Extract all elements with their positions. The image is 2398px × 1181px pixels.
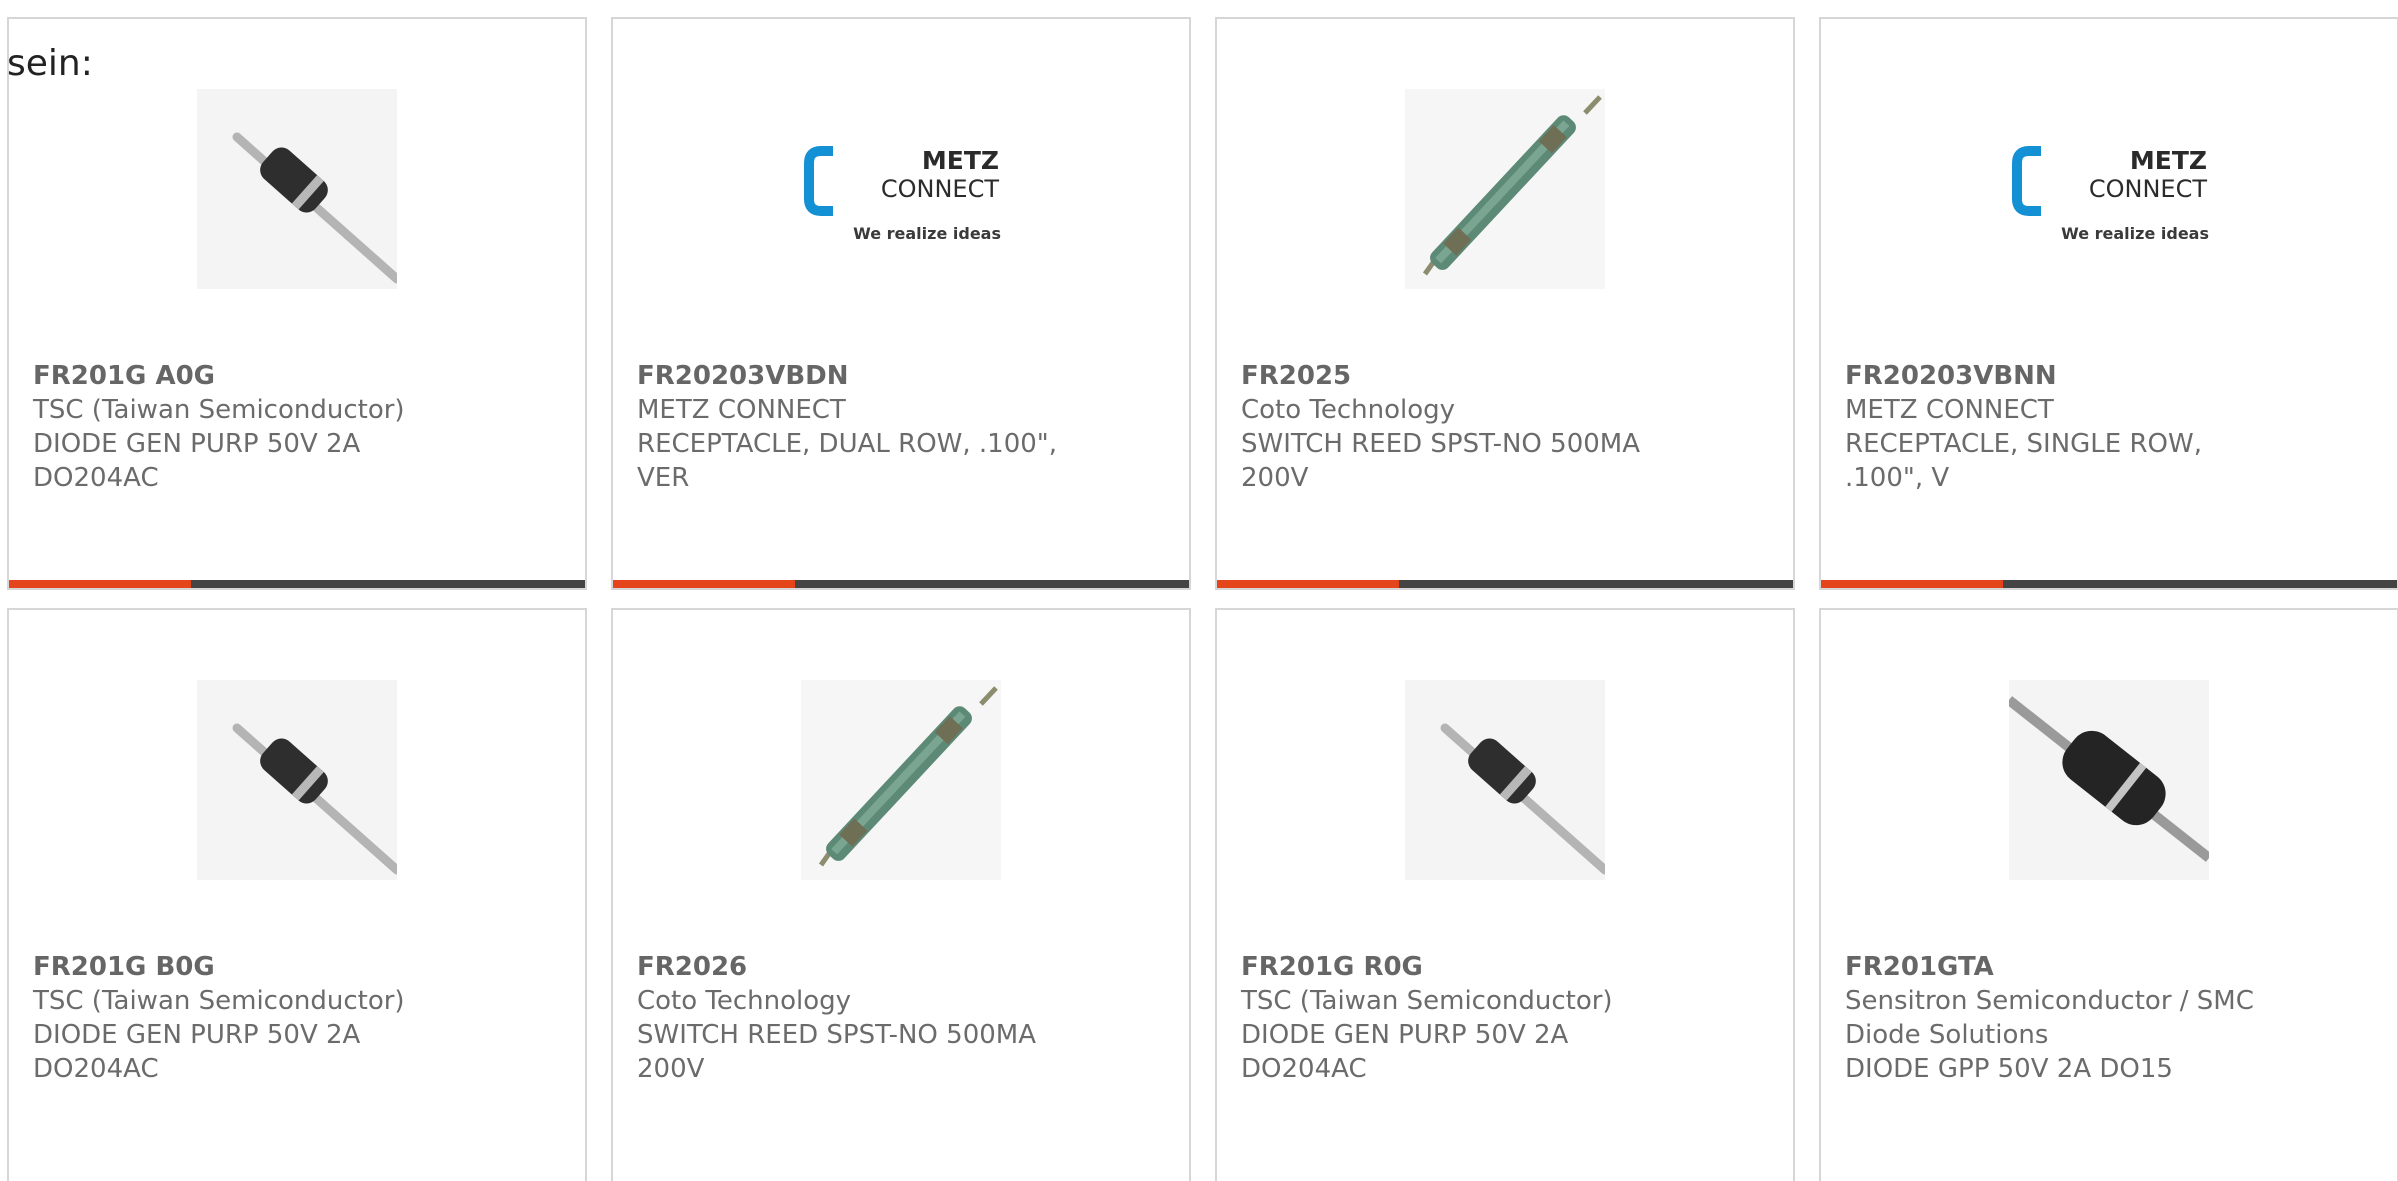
description-line-1: SWITCH REED SPST-NO 500MA [1241,429,1641,459]
product-card[interactable]: FR201G R0G TSC (Taiwan Semiconductor) DI… [1215,608,1795,1181]
description-line-2: 200V [1241,463,1309,493]
manufacturer: TSC (Taiwan Semiconductor) [1241,986,1613,1016]
logo-word-1: METZ [922,146,999,175]
product-card[interactable]: FR201G A0G TSC (Taiwan Semiconductor) DI… [7,17,587,590]
product-image-diode[interactable] [197,89,397,289]
manufacturer: Sensitron Semiconductor / SMC [1845,986,2254,1016]
logo-word-1: METZ [2130,146,2207,175]
manufacturer: TSC (Taiwan Semiconductor) [33,986,405,1016]
logo-tagline: We realize ideas [853,224,1001,243]
description-line-1: DIODE GEN PURP 50V 2A [1241,1020,1569,1050]
product-info: FR2026 Coto Technology SWITCH REED SPST-… [637,950,1067,1086]
card-bottom-accent [1217,580,1399,588]
description-line-1: DIODE GPP 50V 2A DO15 [1845,1054,2173,1084]
part-number[interactable]: FR20203VBNN [1845,359,2275,393]
part-number[interactable]: FR20203VBDN [637,359,1067,393]
logo-word-2: CONNECT [2089,175,2207,203]
part-number[interactable]: FR201G A0G [33,359,463,393]
product-image-reed-switch[interactable] [801,680,1001,880]
product-info: FR201G B0G TSC (Taiwan Semiconductor) DI… [33,950,463,1086]
manufacturer: TSC (Taiwan Semiconductor) [33,395,405,425]
product-grid: FR201G A0G TSC (Taiwan Semiconductor) DI… [7,17,2398,1181]
product-info: FR201G R0G TSC (Taiwan Semiconductor) DI… [1241,950,1671,1086]
description-line-2: DO204AC [33,1054,159,1084]
product-info: FR2025 Coto Technology SWITCH REED SPST-… [1241,359,1671,495]
description-line-2: DO204AC [33,463,159,493]
product-card[interactable]: FR2026 Coto Technology SWITCH REED SPST-… [611,608,1191,1181]
part-number[interactable]: FR201G B0G [33,950,463,984]
logo-word-2: CONNECT [881,175,999,203]
product-info: FR20203VBDN METZ CONNECT RECEPTACLE, DUA… [637,359,1067,495]
metz-connect-logo[interactable]: METZ CONNECT We realize ideas [2009,89,2209,289]
card-bottom-accent [613,580,795,588]
product-card[interactable]: METZ CONNECT We realize ideas FR20203VBN… [1819,17,2398,590]
manufacturer-line-2: Diode Solutions [1845,1020,2049,1050]
description-line-1: DIODE GEN PURP 50V 2A [33,1020,361,1050]
product-info: FR201G A0G TSC (Taiwan Semiconductor) DI… [33,359,463,495]
description-line-1: RECEPTACLE, SINGLE ROW, [1845,429,2202,459]
intro-text: sein: [7,43,93,84]
card-bottom-accent [9,580,191,588]
manufacturer: METZ CONNECT [637,395,846,425]
product-card[interactable]: METZ CONNECT We realize ideas FR20203VBD… [611,17,1191,590]
card-bottom-bar [9,580,585,588]
product-card[interactable]: FR201GTA Sensitron Semiconductor / SMC D… [1819,608,2398,1181]
product-card[interactable]: FR2025 Coto Technology SWITCH REED SPST-… [1215,17,1795,590]
description-line-2: .100", V [1845,463,1950,493]
manufacturer: Coto Technology [637,986,852,1016]
card-bottom-bar [1821,580,2397,588]
logo-tagline: We realize ideas [2061,224,2209,243]
description-line-1: SWITCH REED SPST-NO 500MA [637,1020,1037,1050]
product-info: FR201GTA Sensitron Semiconductor / SMC D… [1845,950,2275,1086]
description-line-1: RECEPTACLE, DUAL ROW, .100", [637,429,1058,459]
card-bottom-bar [613,580,1189,588]
metz-connect-logo[interactable]: METZ CONNECT We realize ideas [801,89,1001,289]
product-card[interactable]: FR201G B0G TSC (Taiwan Semiconductor) DI… [7,608,587,1181]
product-image-reed-switch[interactable] [1405,89,1605,289]
product-info: FR20203VBNN METZ CONNECT RECEPTACLE, SIN… [1845,359,2275,495]
manufacturer: METZ CONNECT [1845,395,2054,425]
part-number[interactable]: FR2026 [637,950,1067,984]
card-bottom-bar [1217,580,1793,588]
manufacturer: Coto Technology [1241,395,1456,425]
card-bottom-accent [1821,580,2003,588]
product-image-diode-large[interactable] [2009,680,2209,880]
product-image-diode[interactable] [197,680,397,880]
part-number[interactable]: FR201G R0G [1241,950,1671,984]
description-line-1: DIODE GEN PURP 50V 2A [33,429,361,459]
product-image-diode[interactable] [1405,680,1605,880]
part-number[interactable]: FR201GTA [1845,950,2275,984]
description-line-2: 200V [637,1054,705,1084]
description-line-2: VER [637,463,690,493]
description-line-2: DO204AC [1241,1054,1367,1084]
part-number[interactable]: FR2025 [1241,359,1671,393]
